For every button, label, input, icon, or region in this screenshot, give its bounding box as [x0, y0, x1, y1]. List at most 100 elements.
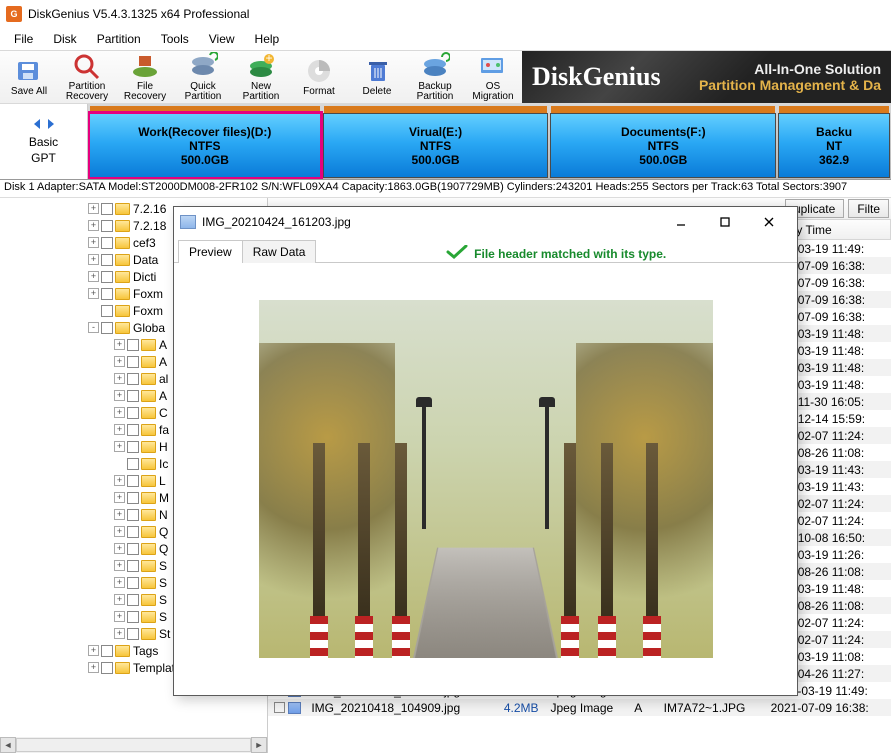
preview-titlebar[interactable]: IMG_20210424_161203.jpg: [174, 207, 797, 237]
tool-new-partition[interactable]: +New Partition: [232, 51, 290, 103]
menu-tools[interactable]: Tools: [151, 30, 199, 48]
checkbox[interactable]: [101, 203, 113, 215]
expander-icon[interactable]: +: [114, 560, 125, 571]
checkbox[interactable]: [127, 611, 139, 623]
folder-icon: [141, 407, 156, 419]
expander-icon[interactable]: +: [88, 662, 99, 673]
checkbox[interactable]: [127, 492, 139, 504]
checkbox[interactable]: [127, 356, 139, 368]
tool-backup-partition[interactable]: Backup Partition: [406, 51, 464, 103]
expander-icon[interactable]: -: [88, 322, 99, 333]
expander-icon[interactable]: +: [114, 441, 125, 452]
expander-icon[interactable]: +: [114, 390, 125, 401]
scroll-left-icon[interactable]: ◄: [0, 737, 16, 753]
checkbox[interactable]: [127, 407, 139, 419]
expander-icon[interactable]: +: [114, 356, 125, 367]
expander-icon[interactable]: +: [114, 577, 125, 588]
folder-icon: [141, 594, 156, 606]
expander-icon[interactable]: +: [114, 543, 125, 554]
tree-scrollbar[interactable]: ◄ ►: [0, 737, 267, 753]
expander-icon[interactable]: +: [88, 288, 99, 299]
partition-documents-f-[interactable]: Documents(F:)NTFS500.0GB: [551, 106, 775, 177]
nav-arrows-icon[interactable]: [32, 117, 56, 136]
checkbox[interactable]: [127, 458, 139, 470]
preview-window[interactable]: IMG_20210424_161203.jpg Preview Raw Data…: [173, 206, 798, 696]
tab-rawdata[interactable]: Raw Data: [242, 240, 317, 263]
tree-label: N: [159, 508, 168, 522]
disk-type-panel[interactable]: Basic GPT: [0, 104, 88, 179]
close-button[interactable]: [747, 208, 791, 236]
maximize-button[interactable]: [703, 208, 747, 236]
checkbox[interactable]: [127, 526, 139, 538]
disk-info-line: Disk 1 Adapter:SATA Model:ST2000DM008-2F…: [0, 180, 891, 198]
expander-icon[interactable]: +: [88, 645, 99, 656]
expander-icon[interactable]: +: [114, 424, 125, 435]
menu-help[interactable]: Help: [245, 30, 290, 48]
checkbox[interactable]: [127, 339, 139, 351]
expander-icon[interactable]: +: [88, 254, 99, 265]
expander-icon[interactable]: +: [88, 203, 99, 214]
folder-icon: [141, 441, 156, 453]
checkbox[interactable]: [101, 220, 113, 232]
partition-virual-e-[interactable]: Virual(E:)NTFS500.0GB: [324, 106, 548, 177]
tool-os-migration[interactable]: OS Migration: [464, 51, 522, 103]
expander-icon[interactable]: +: [88, 271, 99, 282]
partition-work-recover-files-d-[interactable]: Work(Recover files)(D:)NTFS500.0GB: [90, 106, 320, 177]
tool-save-all[interactable]: Save All: [0, 51, 58, 103]
partition-backu[interactable]: BackuNT362.9: [779, 106, 889, 177]
menu-file[interactable]: File: [4, 30, 43, 48]
checkbox[interactable]: [127, 424, 139, 436]
scroll-right-icon[interactable]: ►: [251, 737, 267, 753]
minimize-button[interactable]: [659, 208, 703, 236]
scroll-track[interactable]: [16, 738, 251, 752]
tab-preview[interactable]: Preview: [178, 240, 243, 263]
expander-icon[interactable]: +: [114, 509, 125, 520]
menu-partition[interactable]: Partition: [87, 30, 151, 48]
checkbox[interactable]: [274, 702, 285, 713]
expander-icon[interactable]: +: [114, 492, 125, 503]
checkbox[interactable]: [101, 271, 113, 283]
checkbox[interactable]: [127, 441, 139, 453]
menu-view[interactable]: View: [199, 30, 245, 48]
checkbox[interactable]: [101, 322, 113, 334]
expander-icon[interactable]: +: [114, 628, 125, 639]
checkbox[interactable]: [127, 475, 139, 487]
table-row[interactable]: IMG_20210418_104909.jpg4.2MBJpeg ImageAI…: [268, 699, 891, 716]
checkbox[interactable]: [127, 594, 139, 606]
expander-icon[interactable]: +: [114, 526, 125, 537]
checkbox[interactable]: [127, 390, 139, 402]
checkbox[interactable]: [127, 577, 139, 589]
tool-quick-partition[interactable]: Quick Partition: [174, 51, 232, 103]
checkbox[interactable]: [127, 560, 139, 572]
checkbox[interactable]: [127, 628, 139, 640]
expander-icon[interactable]: +: [88, 237, 99, 248]
tool-format[interactable]: Format: [290, 51, 348, 103]
checkbox[interactable]: [101, 288, 113, 300]
expander-icon[interactable]: +: [114, 594, 125, 605]
tool-file-recovery[interactable]: File Recovery: [116, 51, 174, 103]
folder-icon: [141, 509, 156, 521]
checkbox[interactable]: [101, 305, 113, 317]
expander-icon[interactable]: +: [114, 339, 125, 350]
disk-map: Basic GPT Work(Recover files)(D:)NTFS500…: [0, 104, 891, 180]
cell-size: 4.2MB: [490, 701, 545, 715]
checkbox[interactable]: [101, 645, 113, 657]
app-logo-icon: G: [6, 6, 22, 22]
menu-disk[interactable]: Disk: [43, 30, 86, 48]
tree-label: al: [159, 372, 168, 386]
checkbox[interactable]: [127, 509, 139, 521]
tool-delete[interactable]: Delete: [348, 51, 406, 103]
expander-icon[interactable]: +: [114, 611, 125, 622]
expander-icon[interactable]: +: [114, 373, 125, 384]
tool-partition-recovery[interactable]: Partition Recovery: [58, 51, 116, 103]
checkbox[interactable]: [101, 662, 113, 674]
cell-type: Jpeg Image: [545, 701, 629, 715]
expander-icon[interactable]: +: [114, 407, 125, 418]
expander-icon[interactable]: +: [114, 475, 125, 486]
expander-icon[interactable]: +: [88, 220, 99, 231]
checkbox[interactable]: [101, 254, 113, 266]
filter-button[interactable]: Filte: [848, 199, 889, 218]
checkbox[interactable]: [101, 237, 113, 249]
checkbox[interactable]: [127, 373, 139, 385]
checkbox[interactable]: [127, 543, 139, 555]
